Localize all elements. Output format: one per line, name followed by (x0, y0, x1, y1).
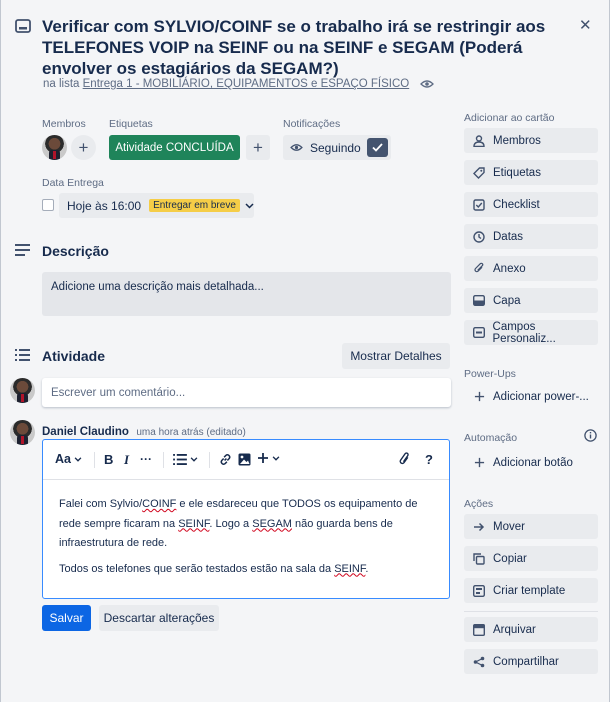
add-member-button[interactable]: + (71, 135, 96, 160)
due-date-button[interactable]: Hoje às 16:00 Entregar em breve (59, 193, 254, 218)
more-formatting-button[interactable]: ··· (140, 452, 152, 466)
attachment-icon[interactable] (398, 452, 411, 467)
toolbar-divider (94, 452, 95, 468)
image-icon[interactable] (238, 453, 251, 466)
cover-icon (472, 294, 486, 308)
help-button[interactable]: ? (425, 452, 433, 467)
watch-label: Seguindo (310, 140, 361, 155)
due-soon-badge: Entregar em breve (149, 199, 240, 212)
save-button[interactable]: Salvar (42, 605, 91, 631)
show-details-button[interactable]: Mostrar Detalhes (342, 343, 450, 369)
link-icon[interactable] (219, 453, 232, 466)
copy-icon (472, 552, 486, 566)
editor-paragraph-2: Todos os telefones que serão testados es… (59, 562, 369, 575)
list-link[interactable]: Entrega 1 - MOBILIÁRIO, EQUIPAMENTOS e E… (83, 78, 410, 90)
person-icon (472, 134, 486, 148)
sidebar-cover-button[interactable]: Capa (464, 288, 598, 313)
bold-button[interactable]: B (104, 452, 113, 467)
share-button[interactable]: Compartilhar (464, 649, 598, 674)
custom-fields-icon (472, 326, 486, 340)
card-icon (15, 19, 31, 33)
due-checkbox[interactable] (42, 199, 54, 211)
toolbar-divider-2 (163, 452, 164, 468)
sidebar-labels-button[interactable]: Etiquetas (464, 160, 598, 185)
paperclip-icon (472, 262, 486, 276)
author-avatar (10, 420, 35, 445)
make-template-button[interactable]: Criar template (464, 578, 598, 603)
activity-title: Atividade (42, 348, 106, 364)
eye-icon (290, 143, 303, 152)
comment-author[interactable]: Daniel Claudino (42, 426, 129, 438)
labels-label: Etiquetas (109, 118, 153, 130)
list-breadcrumb: na lista Entrega 1 - MOBILIÁRIO, EQUIPAM… (43, 78, 435, 90)
clock-icon (472, 230, 486, 244)
plus-icon (472, 390, 486, 404)
sidebar-attachment-button[interactable]: Anexo (464, 256, 598, 281)
due-label: Data Entrega (42, 177, 104, 189)
members-label: Membros (42, 118, 86, 130)
watching-check-icon (367, 138, 388, 157)
sidebar-members-button[interactable]: Membros (464, 128, 598, 153)
add-button-button[interactable]: Adicionar botão (464, 450, 598, 475)
description-input[interactable]: Adicione uma descrição mais detalhada... (42, 272, 451, 316)
comment-time[interactable]: uma hora atrás (editado) (136, 427, 246, 438)
sidebar-custom-fields-button[interactable]: Campos Personaliz... (464, 320, 598, 345)
activity-icon (15, 349, 30, 361)
info-icon[interactable] (584, 429, 597, 442)
archive-icon (472, 623, 486, 637)
powerups-title: Power-Ups (464, 368, 516, 380)
list-icon[interactable] (173, 454, 198, 465)
insert-plus-icon[interactable] (257, 452, 280, 464)
checkbox-icon (472, 198, 486, 212)
add-to-card-title: Adicionar ao cartão (464, 112, 555, 124)
close-icon[interactable]: ✕ (579, 16, 592, 34)
move-button[interactable]: Mover (464, 514, 598, 539)
share-icon (472, 655, 486, 669)
watch-eye-icon[interactable] (420, 79, 435, 89)
italic-button[interactable]: I (124, 452, 129, 468)
sidebar-dates-button[interactable]: Datas (464, 224, 598, 249)
copy-button[interactable]: Copiar (464, 546, 598, 571)
actions-title: Ações (464, 498, 494, 510)
description-icon (15, 244, 30, 256)
label-chip[interactable]: Atividade CONCLUÍDA (109, 135, 240, 160)
comment-editor[interactable]: Aa B I ··· ? Falei com Sylvio/COINF e el… (42, 439, 450, 599)
tag-icon (472, 166, 486, 180)
sidebar-divider (464, 611, 598, 612)
add-powerup-button[interactable]: Adicionar power-... (464, 384, 598, 409)
description-title: Descrição (42, 243, 109, 259)
text-style-button[interactable]: Aa (55, 452, 82, 466)
card-title[interactable]: Verificar com SYLVIO/COINF se o trabalho… (42, 16, 562, 79)
automation-title: Automação (464, 432, 518, 444)
discard-button[interactable]: Descartar alterações (99, 605, 219, 631)
current-user-avatar (10, 378, 35, 403)
add-label-button[interactable]: + (246, 135, 270, 160)
comment-input[interactable]: Escrever um comentário... (42, 378, 451, 407)
due-date-value: Hoje às 16:00 (67, 198, 142, 213)
chevron-down-icon (245, 202, 254, 209)
sidebar-checklist-button[interactable]: Checklist (464, 192, 598, 217)
editor-toolbar: Aa B I ··· ? (43, 440, 449, 480)
comment-meta: Daniel Claudino uma hora atrás (editado) (42, 422, 246, 440)
notifications-label: Notificações (283, 118, 341, 130)
list-prefix: na lista (43, 78, 80, 90)
template-icon (472, 584, 486, 598)
card-detail-window: Verificar com SYLVIO/COINF se o trabalho… (0, 0, 610, 702)
archive-button[interactable]: Arquivar (464, 617, 598, 642)
arrow-right-icon (472, 520, 486, 534)
editor-paragraph-1: Falei com Sylvio/COINF e ele esdareceu q… (59, 498, 418, 549)
member-avatar[interactable] (42, 135, 67, 160)
editor-content[interactable]: Falei com Sylvio/COINF e ele esdareceu q… (59, 495, 437, 579)
plus-icon (472, 456, 486, 470)
toolbar-divider-3 (209, 452, 210, 468)
